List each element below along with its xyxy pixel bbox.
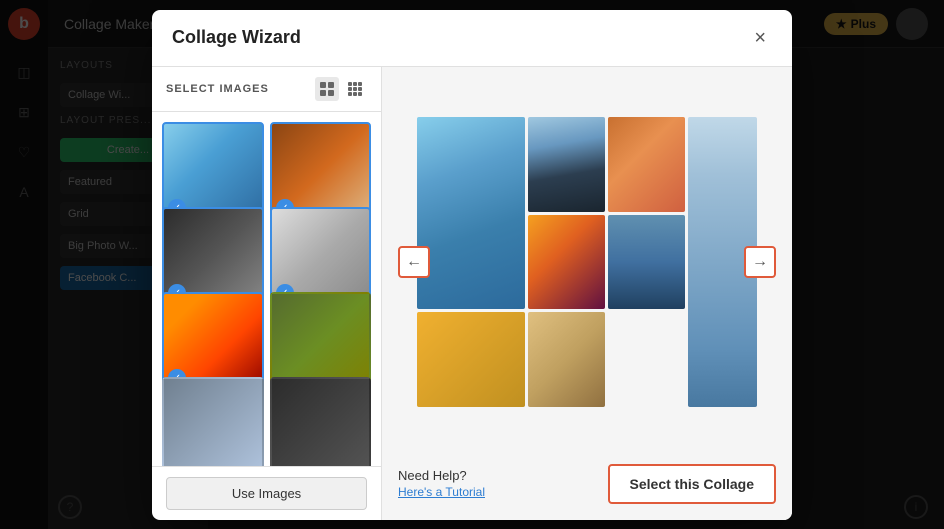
help-link[interactable]: Here's a Tutorial	[398, 485, 485, 499]
select-collage-button[interactable]: Select this Collage	[608, 464, 776, 504]
modal-overlay: Collage Wizard × SELECT IMAGES	[0, 0, 944, 529]
collage-cell-sunset-scene	[528, 215, 605, 310]
view-toggles	[315, 77, 367, 101]
left-arrow-icon: ←	[406, 253, 422, 271]
collage-cell-rocky-terrain	[608, 117, 685, 212]
collage-cell-mountain-lake	[608, 215, 685, 310]
modal-header: Collage Wizard ×	[152, 10, 792, 67]
grid-view-3-toggle[interactable]	[343, 77, 367, 101]
modal-close-button[interactable]: ×	[748, 26, 772, 50]
right-arrow-icon: →	[752, 253, 768, 271]
image-grid: ✓ ✓ ✓ ✓ ✓	[152, 112, 381, 466]
image-thumb-8[interactable]	[270, 377, 372, 466]
grid-view-2-toggle[interactable]	[315, 77, 339, 101]
use-images-button[interactable]: Use Images	[166, 477, 367, 510]
help-text: Need Help?	[398, 468, 485, 483]
collage-prev-button[interactable]: ←	[398, 246, 430, 278]
image-selector-panel: SELECT IMAGES	[152, 67, 382, 520]
collage-cell-large-landscape-top-left	[417, 117, 525, 309]
image-selector-header: SELECT IMAGES	[152, 67, 381, 112]
collage-cell-silhouette-person	[528, 117, 605, 212]
collage-footer: Need Help? Here's a Tutorial Select this…	[394, 456, 780, 508]
modal-title: Collage Wizard	[172, 27, 301, 48]
image-selector-footer: Use Images	[152, 466, 381, 520]
grid-3-icon	[348, 82, 362, 96]
collage-canvas: ← →	[394, 79, 780, 446]
collage-cell-person-sitting	[528, 312, 605, 407]
select-images-label: SELECT IMAGES	[166, 83, 269, 95]
collage-grid	[417, 117, 757, 407]
help-section: Need Help? Here's a Tutorial	[398, 468, 485, 499]
modal-body: SELECT IMAGES	[152, 67, 792, 520]
image-thumb-7[interactable]	[162, 377, 264, 466]
collage-next-button[interactable]: →	[744, 246, 776, 278]
collage-preview-panel: ← → Need Help? Here's a Tutorial Select …	[382, 67, 792, 520]
collage-cell-joshua-tree	[417, 312, 525, 407]
collage-wizard-modal: Collage Wizard × SELECT IMAGES	[152, 10, 792, 520]
grid-2-icon	[320, 82, 334, 96]
